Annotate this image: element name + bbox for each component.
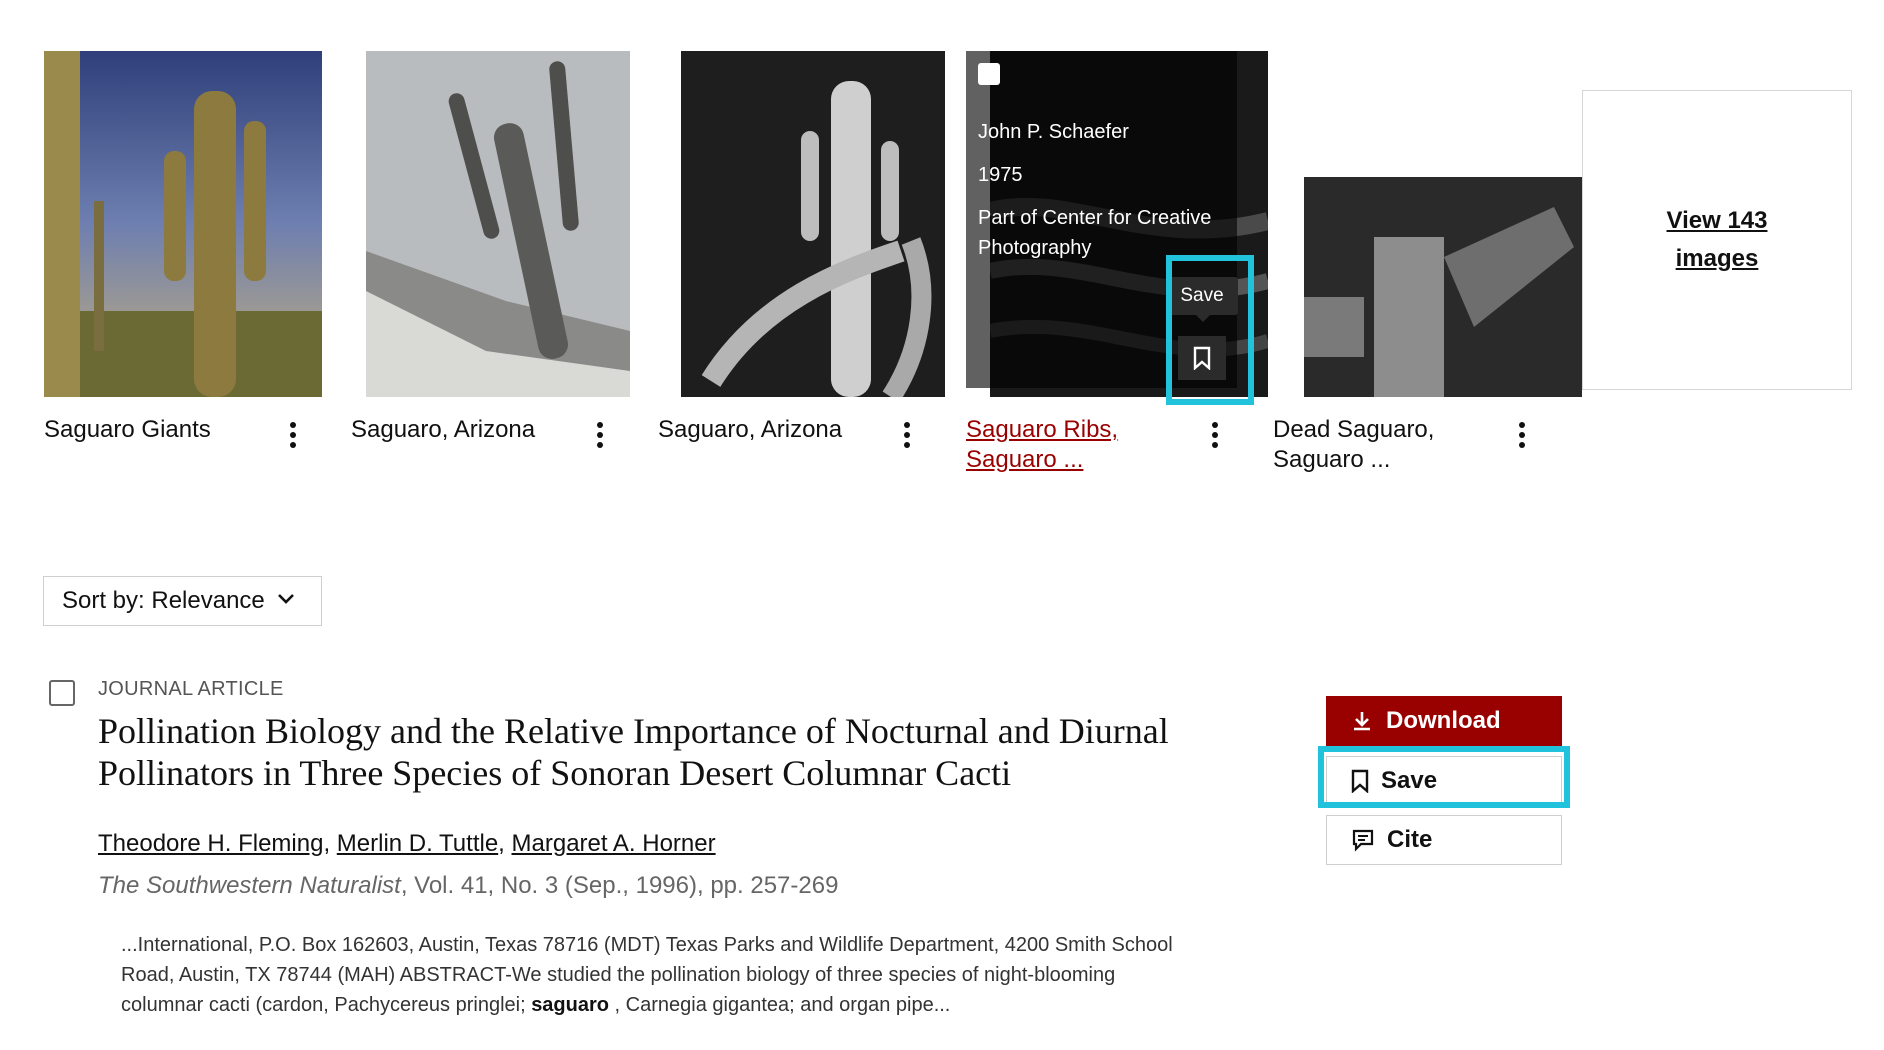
more-options-icon[interactable] [285,422,301,456]
image-thumbnail-2[interactable] [366,51,630,397]
image-title: Saguaro, Arizona [351,416,536,443]
cite-button[interactable]: Cite [1326,815,1562,865]
result-type: JOURNAL ARTICLE [98,678,284,700]
more-options-icon[interactable] [1514,422,1530,456]
save-button-highlight [1318,746,1570,808]
more-options-icon[interactable] [1207,422,1223,456]
image-title: Saguaro, Arizona [658,416,843,443]
cite-icon [1352,829,1374,852]
image-title: Saguaro Giants [44,416,211,443]
saguaro-photo [681,51,945,397]
view-more-images-link[interactable]: View 143 images [1647,202,1787,278]
image-collection: Part of Center for Creative Photography [978,207,1212,259]
source-details: , Vol. 41, No. 3 (Sep., 1996), pp. 257-2… [400,872,839,899]
image-creator: John P. Schaefer [978,121,1129,143]
result-authors: Theodore H. Fleming, Merlin D. Tuttle, M… [98,830,716,857]
sort-dropdown[interactable]: Sort by: Relevance [43,576,322,626]
cite-label: Cite [1387,826,1433,853]
author-link[interactable]: Theodore H. Fleming [98,830,323,857]
image-title-link[interactable]: Saguaro Ribs, Saguaro ... [966,415,1126,475]
sort-label: Sort by: Relevance [62,587,265,614]
result-select-checkbox[interactable] [49,680,75,706]
result-title[interactable]: Pollination Biology and the Relative Imp… [98,710,1198,794]
author-link[interactable]: Margaret A. Horner [512,830,716,857]
image-save-highlight [1166,255,1254,405]
more-options-icon[interactable] [899,422,915,456]
download-icon [1354,712,1370,731]
journal-name: The Southwestern Naturalist [98,872,401,899]
image-year: 1975 [978,164,1023,186]
download-button[interactable]: Download [1326,696,1562,746]
saguaro-photo [44,51,322,397]
image-thumbnail-5[interactable] [1304,177,1582,397]
image-thumbnail-1[interactable] [44,51,322,397]
snippet-highlight: saguaro [531,994,609,1016]
image-thumbnail-3[interactable] [681,51,945,397]
dead-saguaro-photo [1304,177,1582,397]
chevron-down-icon [278,594,294,604]
snippet-text: , Carnegia gigantea; and organ pipe... [609,994,951,1016]
view-more-images-card[interactable]: View 143 images [1582,90,1852,390]
saguaro-photo [366,51,630,397]
more-options-icon[interactable] [592,422,608,456]
download-label: Download [1386,707,1501,734]
result-source: The Southwestern Naturalist, Vol. 41, No… [98,872,838,900]
image-select-checkbox[interactable] [978,63,1000,85]
result-snippet: ...International, P.O. Box 162603, Austi… [121,930,1201,1020]
image-title: Dead Saguaro, Saguaro ... [1273,416,1435,473]
author-link[interactable]: Merlin D. Tuttle [337,830,498,857]
